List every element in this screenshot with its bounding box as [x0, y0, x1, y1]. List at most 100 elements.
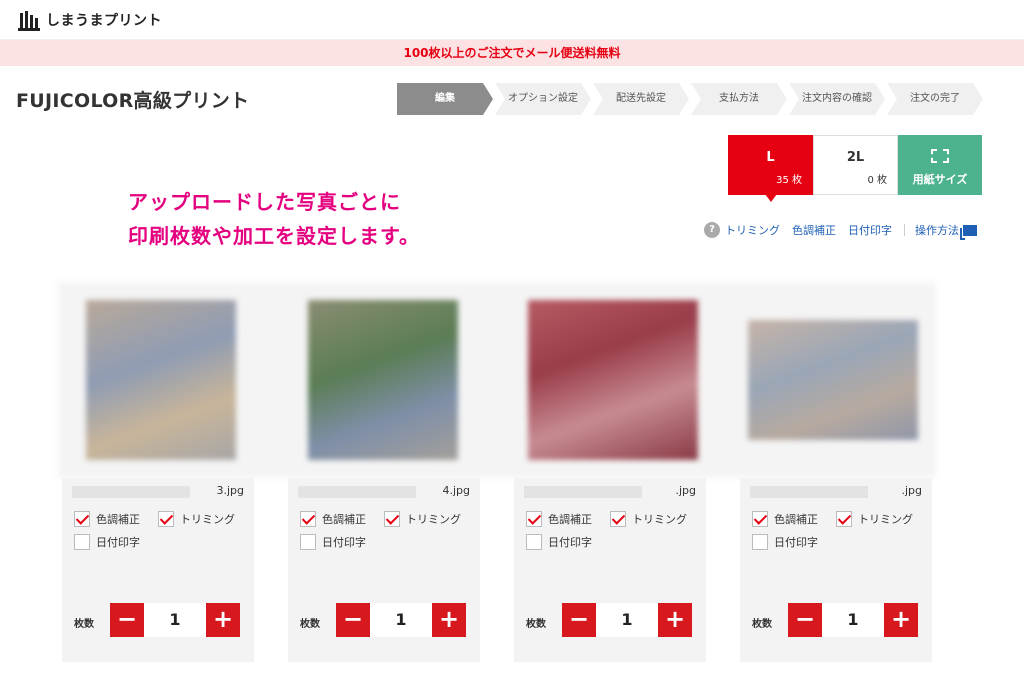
file-name-mask — [524, 486, 642, 498]
increment-button[interactable]: + — [206, 603, 240, 637]
window-icon — [960, 224, 977, 240]
checkbox-row: 色調補正 トリミング — [74, 511, 247, 527]
hero-text: アップロードした写真ごとに 印刷枚数や加工を設定します。 — [128, 185, 420, 253]
checkbox-label: 日付印字 — [548, 536, 592, 549]
file-name-mask — [750, 486, 868, 498]
file-name: .jpg — [750, 484, 922, 498]
paper-size-button[interactable]: 用紙サイズ — [898, 135, 982, 195]
paper-size-icon — [931, 149, 949, 163]
quantity-label: 枚数 — [526, 619, 546, 630]
size-name: L — [766, 150, 775, 165]
logo[interactable]: しまうまプリント — [18, 9, 162, 31]
step-options: オプション設定 — [495, 83, 591, 115]
checkbox-row: 色調補正 トリミング — [300, 511, 473, 527]
size-count: 0 枚 — [867, 175, 887, 186]
color-correction-checkbox[interactable] — [526, 511, 542, 527]
date-print-option[interactable]: 日付印字 — [526, 534, 592, 550]
color-correction-link[interactable]: 色調補正 — [792, 222, 836, 238]
decrement-button[interactable]: − — [788, 603, 822, 637]
trimming-option[interactable]: トリミング — [610, 511, 687, 527]
checkbox-row: 日付印字 — [526, 534, 604, 550]
size-count: 35 枚 — [776, 175, 802, 186]
color-correction-checkbox[interactable] — [752, 511, 768, 527]
date-print-link[interactable]: 日付印字 — [848, 222, 892, 238]
checkbox-row: 日付印字 — [300, 534, 378, 550]
step-shipping: 配送先設定 — [593, 83, 689, 115]
decrement-button[interactable]: − — [336, 603, 370, 637]
checkbox-label: トリミング — [180, 513, 235, 526]
increment-button[interactable]: + — [658, 603, 692, 637]
checkbox-label: 色調補正 — [322, 513, 366, 526]
step-complete: 注文の完了 — [887, 83, 983, 115]
photo-card: .jpg 色調補正 トリミング 日付印字 枚数 − 1 + — [740, 478, 932, 662]
decrement-button[interactable]: − — [110, 603, 144, 637]
trimming-option[interactable]: トリミング — [158, 511, 235, 527]
checkbox-label: 日付印字 — [96, 536, 140, 549]
file-name: 4.jpg — [298, 484, 470, 498]
photo-card: .jpg 色調補正 トリミング 日付印字 枚数 − 1 + — [514, 478, 706, 662]
logo-icon — [18, 11, 40, 31]
file-name-text: .jpg — [675, 484, 696, 497]
date-print-option[interactable]: 日付印字 — [300, 534, 366, 550]
photo-thumbnail[interactable] — [528, 300, 698, 460]
increment-button[interactable]: + — [432, 603, 466, 637]
photo-thumbnail[interactable] — [308, 300, 458, 460]
trimming-checkbox[interactable] — [158, 511, 174, 527]
checkbox-row: 日付印字 — [752, 534, 830, 550]
photo-card: 4.jpg 色調補正 トリミング 日付印字 枚数 − 1 + — [288, 478, 480, 662]
color-correction-checkbox[interactable] — [74, 511, 90, 527]
increment-button[interactable]: + — [884, 603, 918, 637]
guide-link-label: 操作方法 — [915, 224, 959, 237]
color-correction-option[interactable]: 色調補正 — [300, 511, 366, 527]
color-correction-option[interactable]: 色調補正 — [74, 511, 140, 527]
decrement-button[interactable]: − — [562, 603, 596, 637]
photo-strip — [58, 282, 936, 478]
size-tab-2l[interactable]: 2L 0 枚 — [813, 135, 898, 195]
quantity-label: 枚数 — [74, 619, 94, 630]
quantity-value[interactable]: 1 — [596, 603, 658, 637]
step-confirm: 注文内容の確認 — [789, 83, 885, 115]
trimming-link[interactable]: トリミング — [725, 222, 780, 238]
color-correction-option[interactable]: 色調補正 — [526, 511, 592, 527]
logo-text: しまうまプリント — [46, 13, 162, 29]
step-payment: 支払方法 — [691, 83, 787, 115]
checkbox-row: 日付印字 — [74, 534, 152, 550]
checkbox-label: 日付印字 — [322, 536, 366, 549]
date-print-checkbox[interactable] — [526, 534, 542, 550]
date-print-option[interactable]: 日付印字 — [752, 534, 818, 550]
quantity-label: 枚数 — [300, 619, 320, 630]
color-correction-option[interactable]: 色調補正 — [752, 511, 818, 527]
trimming-checkbox[interactable] — [610, 511, 626, 527]
photo-thumbnail[interactable] — [86, 300, 236, 460]
hero-line-2: 印刷枚数や加工を設定します。 — [128, 224, 420, 248]
guide-link[interactable]: 操作方法 — [915, 222, 977, 240]
trimming-option[interactable]: トリミング — [384, 511, 461, 527]
checkbox-label: トリミング — [632, 513, 687, 526]
quantity-value[interactable]: 1 — [822, 603, 884, 637]
page-title: FUJICOLOR高級プリント — [16, 90, 250, 112]
paper-size-label: 用紙サイズ — [912, 173, 968, 186]
size-tab-l[interactable]: L 35 枚 — [728, 135, 813, 202]
file-name-text: .jpg — [901, 484, 922, 497]
trimming-checkbox[interactable] — [384, 511, 400, 527]
hero-line-1: アップロードした写真ごとに — [128, 190, 401, 214]
color-correction-checkbox[interactable] — [300, 511, 316, 527]
date-print-option[interactable]: 日付印字 — [74, 534, 140, 550]
size-name: 2L — [846, 150, 865, 165]
date-print-checkbox[interactable] — [752, 534, 768, 550]
file-name: 3.jpg — [72, 484, 244, 498]
checkbox-row: 色調補正 トリミング — [752, 511, 925, 527]
trimming-option[interactable]: トリミング — [836, 511, 913, 527]
photo-thumbnail[interactable] — [748, 320, 918, 440]
date-print-checkbox[interactable] — [300, 534, 316, 550]
date-print-checkbox[interactable] — [74, 534, 90, 550]
help-icon[interactable]: ? — [704, 222, 720, 238]
photo-card: 3.jpg 色調補正 トリミング 日付印字 枚数 − 1 + — [62, 478, 254, 662]
quantity-value[interactable]: 1 — [144, 603, 206, 637]
quantity-value[interactable]: 1 — [370, 603, 432, 637]
trimming-checkbox[interactable] — [836, 511, 852, 527]
file-name: .jpg — [524, 484, 696, 498]
help-links: ? トリミング 色調補正 日付印字 操作方法 — [704, 222, 977, 240]
step-edit: 編集 — [397, 83, 493, 115]
top-bar: しまうまプリント — [0, 0, 1024, 40]
